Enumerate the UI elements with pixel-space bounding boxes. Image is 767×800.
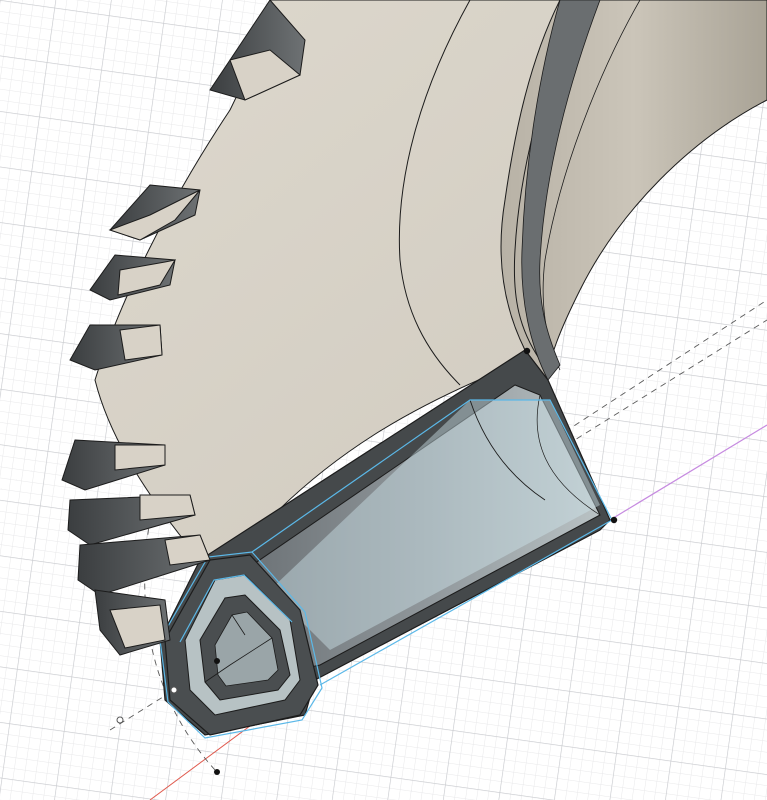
sketch-point-icon[interactable] xyxy=(170,686,178,694)
cad-viewport[interactable] xyxy=(0,0,767,800)
sketch-point-icon[interactable] xyxy=(214,769,220,775)
viewport-canvas[interactable] xyxy=(0,0,767,800)
sketch-point-icon[interactable] xyxy=(116,716,124,724)
sketch-point-icon[interactable] xyxy=(610,516,618,524)
sketch-point-icon[interactable] xyxy=(523,347,531,355)
sketch-point-icon[interactable] xyxy=(214,658,220,664)
